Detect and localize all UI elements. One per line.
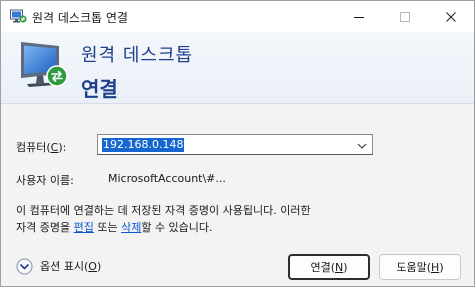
show-options-toggle[interactable]: 옵션 표시(O) (16, 257, 101, 275)
banner-title: 연결 (81, 77, 118, 101)
chevron-down-icon[interactable] (357, 140, 367, 149)
show-options-label[interactable]: 옵션 표시(O) (40, 258, 101, 274)
remote-desktop-icon (10, 9, 27, 24)
delete-credentials-link[interactable]: 삭제 (121, 221, 141, 234)
expand-circle-icon[interactable] (16, 258, 33, 275)
connect-button[interactable]: 연결(N) (288, 254, 370, 280)
help-button[interactable]: 도움말(H) (379, 254, 461, 280)
banner-subtitle: 원격 데스크톱 (81, 45, 194, 66)
minimize-icon (354, 16, 364, 18)
computer-input-value[interactable]: 192.168.0.148 (102, 138, 185, 152)
title-bar[interactable]: 원격 데스크톱 연결 (1, 1, 474, 32)
remote-desktop-monitor-icon (19, 38, 71, 90)
maximize-button (382, 1, 428, 32)
computer-combobox[interactable]: 192.168.0.148 (97, 134, 373, 155)
remote-desktop-window: 원격 데스크톱 연결 원격 데스크톱 연결 컴퓨터(C): 192.168.0.… (0, 0, 475, 287)
close-icon (446, 11, 456, 22)
header-banner: 원격 데스크톱 연결 (1, 32, 474, 104)
close-button[interactable] (428, 1, 474, 32)
maximize-icon (400, 11, 410, 22)
edit-credentials-link[interactable]: 편집 (74, 221, 94, 234)
minimize-button[interactable] (336, 1, 382, 32)
username-label: 사용자 이름: (16, 174, 74, 187)
username-value: MicrosoftAccount\#... (108, 172, 226, 185)
credential-info-line1: 이 컴퓨터에 연결하는 데 저장된 자격 증명이 사용됩니다. 이러한 (16, 204, 311, 217)
computer-label: 컴퓨터(C): (16, 141, 67, 154)
credential-info-line2: 자격 증명을 편집 또는 삭제할 수 있습니다. (16, 221, 213, 234)
window-title: 원격 데스크톱 연결 (32, 11, 128, 25)
credential-info: 이 컴퓨터에 연결하는 데 저장된 자격 증명이 사용됩니다. 이러한 자격 증… (16, 202, 311, 236)
